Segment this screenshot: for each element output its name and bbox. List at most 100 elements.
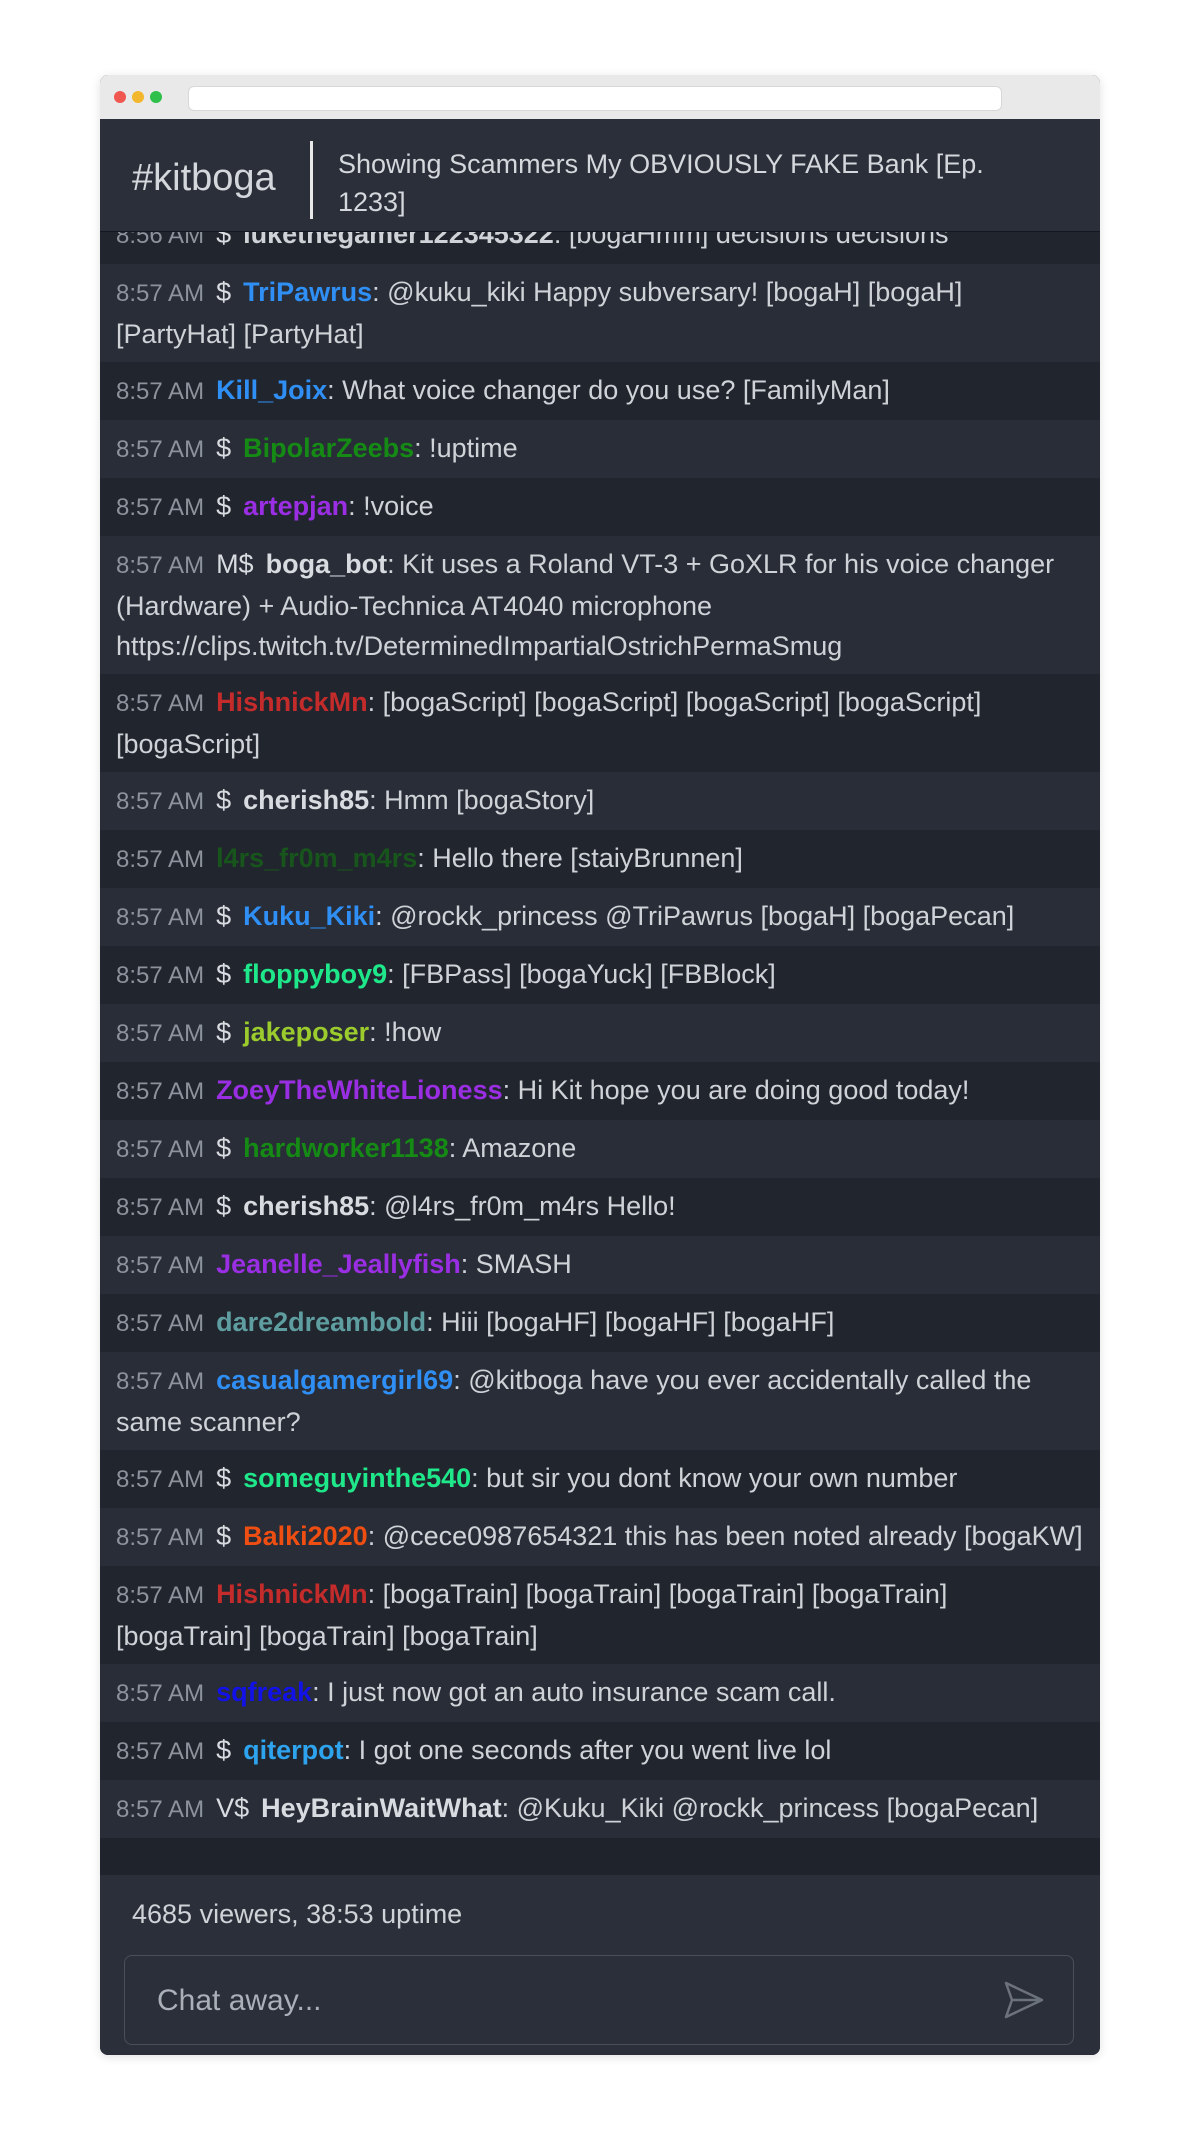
close-window-button[interactable] (114, 91, 126, 103)
message-text: : I just now got an auto insurance scam … (312, 1677, 836, 1707)
message-timestamp: 8:57 AM (116, 1524, 205, 1551)
user-badge: $ (216, 959, 232, 989)
title-bar (100, 75, 1100, 120)
user-badge: $ (216, 1521, 232, 1551)
message-text: : SMASH (460, 1249, 572, 1279)
message-text: : !uptime (414, 433, 518, 463)
message-username[interactable]: HishnickMn (216, 1579, 368, 1609)
chat-message: 8:57 AM $ hardworker1138: Amazone (100, 1120, 1100, 1178)
message-text: : Amazone (448, 1133, 577, 1163)
chat-message: 8:57 AM sqfreak: I just now got an auto i… (100, 1664, 1100, 1722)
user-badge: $ (216, 901, 232, 931)
user-badge: M$ (216, 549, 254, 579)
message-timestamp: 8:57 AM (116, 1078, 205, 1105)
message-username[interactable]: ZoeyTheWhiteLioness (216, 1075, 503, 1105)
message-username[interactable]: boga_bot (266, 549, 388, 579)
chat-message: 8:56 AM $ lukethegamer122345322: [bogaHmm]… (100, 232, 1100, 264)
chat-footer: 4685 viewers, 38:53 uptime (100, 1875, 1100, 2055)
chat-message: 8:57 AM $ artepjan: !voice (100, 478, 1100, 536)
chat-message: 8:57 AM HishnickMn: [bogaTrain] [bogaTrai… (100, 1566, 1100, 1664)
message-text: : Kit uses a Roland VT-3 + GoXLR for his… (116, 549, 1055, 661)
message-username[interactable]: cherish85 (243, 785, 369, 815)
stream-title: Showing Scammers My OBVIOUSLY FAKE Bank … (338, 149, 984, 217)
message-timestamp: 8:57 AM (116, 1136, 205, 1163)
message-username[interactable]: sqfreak (216, 1677, 312, 1707)
message-timestamp: 8:57 AM (116, 1738, 205, 1765)
chat-message: 8:57 AM $ cherish85: @l4rs_fr0m_m4rs Hello… (100, 1178, 1100, 1236)
message-username[interactable]: cherish85 (243, 1191, 369, 1221)
message-timestamp: 8:57 AM (116, 1252, 205, 1279)
message-text: : @l4rs_fr0m_m4rs Hello! (369, 1191, 676, 1221)
maximize-window-button[interactable] (150, 91, 162, 103)
user-badge: $ (216, 1017, 232, 1047)
send-icon[interactable] (1003, 1980, 1045, 2020)
chat-message: 8:57 AM ZoeyTheWhiteLioness: Hi Kit hope … (100, 1062, 1100, 1120)
message-username[interactable]: Kuku_Kiki (243, 901, 375, 931)
chat-message: 8:57 AM $ cherish85: Hmm [bogaStory] (100, 772, 1100, 830)
message-username[interactable]: floppyboy9 (243, 959, 387, 989)
user-badge: $ (216, 785, 232, 815)
message-text: : !voice (348, 491, 434, 521)
chat-input[interactable] (155, 1978, 979, 2024)
message-text: : What voice changer do you use? [Family… (327, 375, 890, 405)
message-text: : Hello there [staiyBrunnen] (417, 843, 743, 873)
message-timestamp: 8:57 AM (116, 494, 205, 521)
chat-input-box[interactable] (124, 1955, 1074, 2045)
chat-message: 8:57 AM $ Balki2020: @cece0987654321 this … (100, 1508, 1100, 1566)
user-badge: $ (216, 1735, 232, 1765)
message-timestamp: 8:57 AM (116, 552, 205, 579)
chat-message: 8:57 AM $ TriPawrus: @kuku_kiki Happy subv… (100, 264, 1100, 362)
message-username[interactable]: qiterpot (243, 1735, 344, 1765)
message-username[interactable]: l4rs_fr0m_m4rs (216, 843, 417, 873)
message-username[interactable]: HishnickMn (216, 687, 368, 717)
message-username[interactable]: HeyBrainWaitWhat (261, 1793, 502, 1823)
chat-message: 8:57 AM $ BipolarZeebs: !uptime (100, 420, 1100, 478)
message-timestamp: 8:57 AM (116, 904, 205, 931)
user-badge: V$ (216, 1793, 250, 1823)
message-timestamp: 8:57 AM (116, 846, 205, 873)
channel-name: #kitboga (132, 157, 276, 199)
message-text: : Hiii [bogaHF] [bogaHF] [bogaHF] (426, 1307, 835, 1337)
chat-message: 8:57 AM $ jakeposer: !how (100, 1004, 1100, 1062)
message-timestamp: 8:57 AM (116, 962, 205, 989)
chat-message: 8:57 AM l4rs_fr0m_m4rs: Hello there [stai… (100, 830, 1100, 888)
message-username[interactable]: jakeposer (243, 1017, 369, 1047)
message-text: : [FBPass] [bogaYuck] [FBBlock] (387, 959, 776, 989)
message-timestamp: 8:56 AM (116, 232, 205, 249)
message-username[interactable]: Jeanelle_Jeallyfish (216, 1249, 461, 1279)
message-username[interactable]: lukethegamer122345322 (243, 232, 554, 249)
message-text: : @cece0987654321 this has been noted al… (367, 1521, 1083, 1551)
address-bar[interactable] (188, 86, 1002, 111)
message-timestamp: 8:57 AM (116, 1310, 205, 1337)
message-username[interactable]: someguyinthe540 (243, 1463, 471, 1493)
chat-message: 8:57 AM $ qiterpot: I got one seconds afte… (100, 1722, 1100, 1780)
stream-status: 4685 viewers, 38:53 uptime (132, 1899, 463, 1929)
user-badge: $ (216, 1133, 232, 1163)
minimize-window-button[interactable] (132, 91, 144, 103)
user-badge: $ (216, 232, 232, 249)
message-timestamp: 8:57 AM (116, 1680, 205, 1707)
chat-message: 8:57 AM Jeanelle_Jeallyfish: SMASH (100, 1236, 1100, 1294)
message-username[interactable]: dare2dreambold (216, 1307, 426, 1337)
chat-message: 8:57 AM M$ boga_bot: Kit uses a Roland VT-… (100, 536, 1100, 674)
message-username[interactable]: BipolarZeebs (243, 433, 414, 463)
chat-message-list[interactable]: 8:56 AM $ lukethegamer122345322: [bogaHmm]… (100, 232, 1100, 1950)
message-username[interactable]: artepjan (243, 491, 348, 521)
chat-message: 8:57 AM V$ HeyBrainWaitWhat: @Kuku_Kiki @r… (100, 1780, 1100, 1838)
message-text: : @rockk_princess @TriPawrus [bogaH] [bo… (375, 901, 1015, 931)
message-username[interactable]: casualgamergirl69 (216, 1365, 453, 1395)
browser-window: #kitboga Showing Scammers My OBVIOUSLY F… (100, 75, 1100, 2055)
message-username[interactable]: hardworker1138 (243, 1133, 449, 1163)
chat-message: 8:57 AM $ floppyboy9: [FBPass] [bogaYuck] … (100, 946, 1100, 1004)
message-timestamp: 8:57 AM (116, 1582, 205, 1609)
message-username[interactable]: Balki2020 (243, 1521, 368, 1551)
message-text: : !how (369, 1017, 442, 1047)
chat-message: 8:57 AM $ someguyinthe540: but sir you don… (100, 1450, 1100, 1508)
message-timestamp: 8:57 AM (116, 378, 205, 405)
chat-message: 8:57 AM Kill_Joix: What voice changer do … (100, 362, 1100, 420)
user-badge: $ (216, 277, 232, 307)
message-timestamp: 8:57 AM (116, 690, 205, 717)
message-username[interactable]: TriPawrus (243, 277, 372, 307)
message-username[interactable]: Kill_Joix (216, 375, 327, 405)
user-badge: $ (216, 433, 232, 463)
